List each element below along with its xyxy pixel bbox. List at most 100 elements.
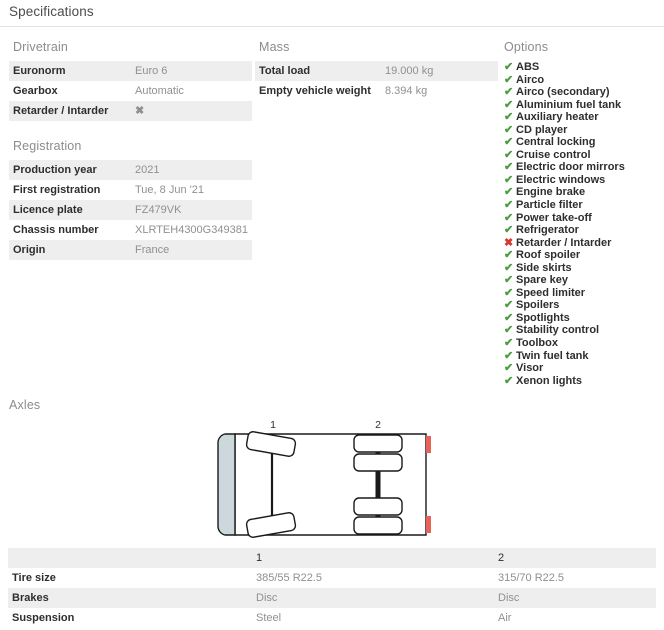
option-label: Spotlights	[516, 311, 570, 324]
table-row: Tire size 385/55 R22.5 315/70 R22.5	[8, 568, 656, 588]
option-label: Toolbox	[516, 337, 558, 350]
option-item: ✔ Refrigerator	[504, 224, 664, 237]
option-item: ✔ Spotlights	[504, 312, 664, 325]
option-item: ✔ Particle filter	[504, 199, 664, 212]
row-value: Automatic	[135, 84, 184, 97]
option-label: Retarder / Intarder	[516, 236, 612, 249]
row-key: Euronorm	[9, 61, 131, 81]
option-label: Spare key	[516, 274, 568, 287]
option-item: ✔ Electric windows	[504, 174, 664, 187]
truck-axle-diagram: 1 2	[217, 419, 431, 538]
check-icon: ✔	[504, 73, 514, 86]
table-row: Production year 2021	[9, 160, 252, 180]
table-row: Total load 19.000 kg	[255, 61, 498, 81]
option-item: ✔ Speed limiter	[504, 287, 664, 300]
option-label: Engine brake	[516, 186, 586, 199]
row-label: Suspension	[12, 612, 75, 624]
option-item: ✔ Electric door mirrors	[504, 161, 664, 174]
column-header-axle-1: 1	[256, 552, 263, 564]
row-value-axle-2: Air	[498, 612, 512, 624]
check-icon: ✔	[504, 274, 514, 287]
check-icon: ✔	[504, 362, 514, 375]
column-right: Options ✔ ABS ✔ Airco ✔ Airco (secondary) ✔ Alu…	[498, 40, 664, 387]
column-left: Drivetrain Euronorm Euro 6 Gearbox Autom…	[0, 40, 252, 260]
option-label: Auxiliary heater	[516, 111, 599, 124]
cab-shape	[217, 433, 236, 536]
row-value: Tue, 8 Jun '21	[135, 183, 204, 196]
option-item: ✔ Side skirts	[504, 262, 664, 275]
check-icon: ✔	[504, 186, 514, 199]
row-key: Total load	[255, 61, 381, 81]
option-label: Spoilers	[516, 299, 560, 312]
check-icon: ✔	[504, 299, 514, 312]
table-row: Origin France	[9, 240, 252, 260]
option-label: CD player	[516, 123, 568, 136]
option-label: Central locking	[516, 136, 596, 149]
check-icon: ✔	[504, 224, 514, 237]
option-label: Airco (secondary)	[516, 86, 610, 99]
row-key: Retarder / Intarder	[9, 101, 131, 121]
option-item: ✔ Twin fuel tank	[504, 350, 664, 363]
options-title: Options	[504, 40, 549, 54]
option-label: Electric door mirrors	[516, 161, 625, 174]
mass-table: Total load 19.000 kg Empty vehicle weigh…	[255, 61, 498, 101]
cross-icon: ✖	[504, 236, 514, 249]
check-icon: ✔	[504, 123, 514, 136]
option-label: Side skirts	[516, 261, 572, 274]
check-icon: ✔	[504, 311, 514, 324]
check-icon: ✔	[504, 136, 514, 149]
option-label: Xenon lights	[516, 374, 582, 387]
axles-section: Axles 1 2	[0, 398, 664, 547]
option-label: Aluminium fuel tank	[516, 98, 622, 111]
check-icon: ✔	[504, 349, 514, 362]
rear-marker-top	[426, 436, 431, 453]
axle-spec-table-wrap: 1 2 Tire size 385/55 R22.5 315/70 R22.5 …	[8, 548, 656, 628]
rear-marker-bottom	[426, 516, 431, 533]
row-value-axle-2: 315/70 R22.5	[498, 572, 565, 584]
table-row: Retarder / Intarder ✖	[9, 101, 252, 121]
axles-title: Axles	[9, 398, 41, 412]
axle-2-wheel-left-inner	[353, 453, 403, 472]
axle-2-wheel-right-outer	[353, 516, 403, 535]
row-key: Gearbox	[13, 84, 58, 97]
check-icon: ✔	[504, 111, 514, 124]
specifications-page: Specifications Drivetrain Euronorm Euro …	[0, 0, 664, 630]
option-item: ✔ Engine brake	[504, 186, 664, 199]
option-item: ✔ Visor	[504, 362, 664, 375]
option-item: ✔ Auxiliary heater	[504, 111, 664, 124]
column-header-blank	[8, 548, 252, 568]
row-label: Brakes	[8, 588, 252, 608]
option-label: Power take-off	[516, 211, 592, 224]
table-row: Gearbox Automatic	[9, 81, 252, 101]
check-icon: ✔	[504, 161, 514, 174]
table-row: First registration Tue, 8 Jun '21	[9, 180, 252, 200]
row-value: 19.000 kg	[381, 61, 498, 81]
option-item: ✔ Central locking	[504, 136, 664, 149]
option-item: ✔ Spare key	[504, 274, 664, 287]
registration-table: Production year 2021 First registration …	[9, 160, 252, 260]
option-label: ABS	[516, 61, 540, 73]
axle-2-wheel-right-inner	[353, 497, 403, 516]
option-item: ✔ Xenon lights	[504, 375, 664, 388]
check-icon: ✔	[504, 173, 514, 186]
option-item: ✔ Roof spoiler	[504, 249, 664, 262]
drivetrain-table: Euronorm Euro 6 Gearbox Automatic Retard…	[9, 61, 252, 121]
option-label: Stability control	[516, 324, 600, 337]
column-header-axle-2: 2	[498, 552, 505, 564]
check-icon: ✔	[504, 261, 514, 274]
row-value: 2021	[131, 160, 252, 180]
option-label: Refrigerator	[516, 224, 579, 237]
page-title: Specifications	[9, 4, 94, 19]
row-key: Chassis number	[13, 223, 99, 236]
check-icon: ✔	[504, 86, 514, 99]
options-list: ✔ ABS ✔ Airco ✔ Airco (secondary) ✔ Aluminium f…	[499, 61, 664, 387]
mass-title: Mass	[259, 40, 290, 54]
table-row: Euronorm Euro 6	[9, 61, 252, 81]
row-label: Tire size	[12, 572, 56, 584]
column-middle: Mass Total load 19.000 kg Empty vehicle …	[251, 40, 498, 101]
check-icon: ✔	[504, 98, 514, 111]
option-label: Airco	[516, 73, 545, 86]
axle-number-1: 1	[270, 419, 276, 431]
row-value: XLRTEH4300G349381	[135, 223, 248, 236]
check-icon: ✔	[504, 61, 514, 73]
